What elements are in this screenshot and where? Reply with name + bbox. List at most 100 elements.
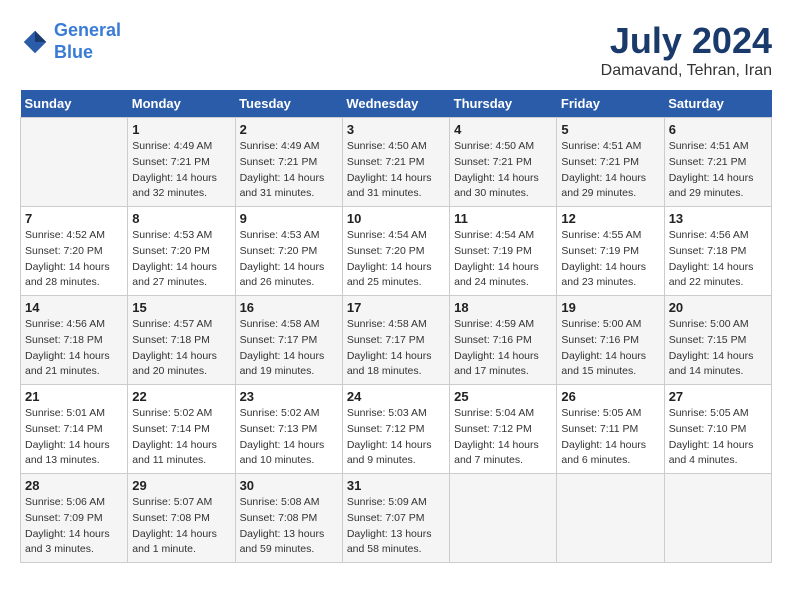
- day-number: 16: [240, 300, 338, 315]
- calendar-cell: 27Sunrise: 5:05 AMSunset: 7:10 PMDayligh…: [664, 385, 771, 474]
- day-number: 7: [25, 211, 123, 226]
- day-info: Sunrise: 4:51 AMSunset: 7:21 PMDaylight:…: [669, 139, 767, 202]
- calendar-cell: 23 Sunrise: 5:02 AMSunset: 7:13 PMDayligh…: [235, 385, 342, 474]
- day-number: 18: [454, 300, 552, 315]
- day-info: Sunrise: 4:53 AMSunset: 7:20 PMDaylight:…: [240, 228, 338, 291]
- calendar-cell: 12Sunrise: 4:55 AMSunset: 7:19 PMDayligh…: [557, 207, 664, 296]
- logo-icon: [20, 27, 50, 57]
- week-row-4: 28 Sunrise: 5:06 AMSunset: 7:09 PMDayligh…: [21, 474, 772, 563]
- day-info: Sunrise: 4:51 AMSunset: 7:21 PMDaylight:…: [561, 139, 659, 202]
- day-info: Sunrise: 5:01 AMSunset: 7:14 PMDaylight:…: [25, 406, 123, 469]
- day-number: 30: [240, 478, 338, 493]
- page-header: General Blue July 2024 Damavand, Tehran,…: [20, 20, 772, 80]
- day-number: 17: [347, 300, 445, 315]
- location: Damavand, Tehran, Iran: [601, 62, 772, 80]
- day-number: 28: [25, 478, 123, 493]
- weekday-header-tuesday: Tuesday: [235, 90, 342, 118]
- calendar-cell: 17 Sunrise: 4:58 AMSunset: 7:17 PMDayligh…: [342, 296, 449, 385]
- day-info: Sunrise: 5:00 AMSunset: 7:15 PMDaylight:…: [669, 317, 767, 380]
- calendar-cell: [664, 474, 771, 563]
- week-row-0: 1 Sunrise: 4:49 AMSunset: 7:21 PMDaylight…: [21, 118, 772, 207]
- calendar-cell: 22 Sunrise: 5:02 AMSunset: 7:14 PMDayligh…: [128, 385, 235, 474]
- day-info: Sunrise: 5:02 AMSunset: 7:13 PMDaylight:…: [240, 406, 338, 469]
- calendar-cell: 8Sunrise: 4:53 AMSunset: 7:20 PMDaylight…: [128, 207, 235, 296]
- day-number: 15: [132, 300, 230, 315]
- day-number: 19: [561, 300, 659, 315]
- day-number: 23: [240, 389, 338, 404]
- day-number: 14: [25, 300, 123, 315]
- calendar-cell: 19 Sunrise: 5:00 AMSunset: 7:16 PMDayligh…: [557, 296, 664, 385]
- weekday-header-thursday: Thursday: [450, 90, 557, 118]
- day-number: 6: [669, 122, 767, 137]
- day-number: 31: [347, 478, 445, 493]
- calendar-cell: 26 Sunrise: 5:05 AMSunset: 7:11 PMDayligh…: [557, 385, 664, 474]
- week-row-3: 21 Sunrise: 5:01 AMSunset: 7:14 PMDayligh…: [21, 385, 772, 474]
- day-number: 22: [132, 389, 230, 404]
- day-info: Sunrise: 5:05 AMSunset: 7:11 PMDaylight:…: [561, 406, 659, 469]
- day-info: Sunrise: 5:00 AMSunset: 7:16 PMDaylight:…: [561, 317, 659, 380]
- day-info: Sunrise: 4:49 AMSunset: 7:21 PMDaylight:…: [240, 139, 338, 202]
- day-info: Sunrise: 5:07 AMSunset: 7:08 PMDaylight:…: [132, 495, 230, 558]
- day-number: 24: [347, 389, 445, 404]
- calendar-cell: 6 Sunrise: 4:51 AMSunset: 7:21 PMDaylight…: [664, 118, 771, 207]
- day-info: Sunrise: 4:54 AMSunset: 7:19 PMDaylight:…: [454, 228, 552, 291]
- day-info: Sunrise: 4:59 AMSunset: 7:16 PMDaylight:…: [454, 317, 552, 380]
- weekday-header-row: SundayMondayTuesdayWednesdayThursdayFrid…: [21, 90, 772, 118]
- day-number: 26: [561, 389, 659, 404]
- day-info: Sunrise: 4:49 AMSunset: 7:21 PMDaylight:…: [132, 139, 230, 202]
- day-number: 1: [132, 122, 230, 137]
- calendar-cell: 24 Sunrise: 5:03 AMSunset: 7:12 PMDayligh…: [342, 385, 449, 474]
- calendar-cell: 25Sunrise: 5:04 AMSunset: 7:12 PMDayligh…: [450, 385, 557, 474]
- calendar-cell: 21 Sunrise: 5:01 AMSunset: 7:14 PMDayligh…: [21, 385, 128, 474]
- logo: General Blue: [20, 20, 121, 63]
- calendar-cell: 9 Sunrise: 4:53 AMSunset: 7:20 PMDaylight…: [235, 207, 342, 296]
- day-number: 11: [454, 211, 552, 226]
- day-info: Sunrise: 5:04 AMSunset: 7:12 PMDaylight:…: [454, 406, 552, 469]
- day-number: 8: [132, 211, 230, 226]
- calendar-cell: 18 Sunrise: 4:59 AMSunset: 7:16 PMDayligh…: [450, 296, 557, 385]
- day-number: 5: [561, 122, 659, 137]
- day-info: Sunrise: 4:50 AMSunset: 7:21 PMDaylight:…: [454, 139, 552, 202]
- day-info: Sunrise: 4:58 AMSunset: 7:17 PMDaylight:…: [240, 317, 338, 380]
- week-row-2: 14Sunrise: 4:56 AMSunset: 7:18 PMDayligh…: [21, 296, 772, 385]
- weekday-header-saturday: Saturday: [664, 90, 771, 118]
- month-title: July 2024: [601, 20, 772, 62]
- calendar-cell: 31 Sunrise: 5:09 AMSunset: 7:07 PMDayligh…: [342, 474, 449, 563]
- calendar-cell: 28 Sunrise: 5:06 AMSunset: 7:09 PMDayligh…: [21, 474, 128, 563]
- weekday-header-wednesday: Wednesday: [342, 90, 449, 118]
- day-info: Sunrise: 4:50 AMSunset: 7:21 PMDaylight:…: [347, 139, 445, 202]
- calendar-cell: 13Sunrise: 4:56 AMSunset: 7:18 PMDayligh…: [664, 207, 771, 296]
- calendar-cell: 29 Sunrise: 5:07 AMSunset: 7:08 PMDayligh…: [128, 474, 235, 563]
- day-number: 21: [25, 389, 123, 404]
- calendar-cell: 15 Sunrise: 4:57 AMSunset: 7:18 PMDayligh…: [128, 296, 235, 385]
- day-info: Sunrise: 5:02 AMSunset: 7:14 PMDaylight:…: [132, 406, 230, 469]
- calendar-cell: [450, 474, 557, 563]
- calendar-cell: 5 Sunrise: 4:51 AMSunset: 7:21 PMDaylight…: [557, 118, 664, 207]
- day-info: Sunrise: 4:55 AMSunset: 7:19 PMDaylight:…: [561, 228, 659, 291]
- day-number: 9: [240, 211, 338, 226]
- day-info: Sunrise: 4:52 AMSunset: 7:20 PMDaylight:…: [25, 228, 123, 291]
- calendar-cell: [557, 474, 664, 563]
- day-number: 4: [454, 122, 552, 137]
- day-info: Sunrise: 5:08 AMSunset: 7:08 PMDaylight:…: [240, 495, 338, 558]
- calendar-cell: 10Sunrise: 4:54 AMSunset: 7:20 PMDayligh…: [342, 207, 449, 296]
- weekday-header-sunday: Sunday: [21, 90, 128, 118]
- day-number: 2: [240, 122, 338, 137]
- logo-text: General Blue: [54, 20, 121, 63]
- weekday-header-monday: Monday: [128, 90, 235, 118]
- day-info: Sunrise: 5:09 AMSunset: 7:07 PMDaylight:…: [347, 495, 445, 558]
- calendar-cell: 14Sunrise: 4:56 AMSunset: 7:18 PMDayligh…: [21, 296, 128, 385]
- calendar-table: SundayMondayTuesdayWednesdayThursdayFrid…: [20, 90, 772, 563]
- calendar-cell: 11 Sunrise: 4:54 AMSunset: 7:19 PMDayligh…: [450, 207, 557, 296]
- calendar-cell: 20Sunrise: 5:00 AMSunset: 7:15 PMDayligh…: [664, 296, 771, 385]
- day-info: Sunrise: 4:58 AMSunset: 7:17 PMDaylight:…: [347, 317, 445, 380]
- day-info: Sunrise: 5:03 AMSunset: 7:12 PMDaylight:…: [347, 406, 445, 469]
- day-info: Sunrise: 5:05 AMSunset: 7:10 PMDaylight:…: [669, 406, 767, 469]
- calendar-cell: 2 Sunrise: 4:49 AMSunset: 7:21 PMDaylight…: [235, 118, 342, 207]
- calendar-cell: 16 Sunrise: 4:58 AMSunset: 7:17 PMDayligh…: [235, 296, 342, 385]
- day-number: 29: [132, 478, 230, 493]
- day-info: Sunrise: 4:57 AMSunset: 7:18 PMDaylight:…: [132, 317, 230, 380]
- weekday-header-friday: Friday: [557, 90, 664, 118]
- calendar-cell: 3Sunrise: 4:50 AMSunset: 7:21 PMDaylight…: [342, 118, 449, 207]
- day-info: Sunrise: 5:06 AMSunset: 7:09 PMDaylight:…: [25, 495, 123, 558]
